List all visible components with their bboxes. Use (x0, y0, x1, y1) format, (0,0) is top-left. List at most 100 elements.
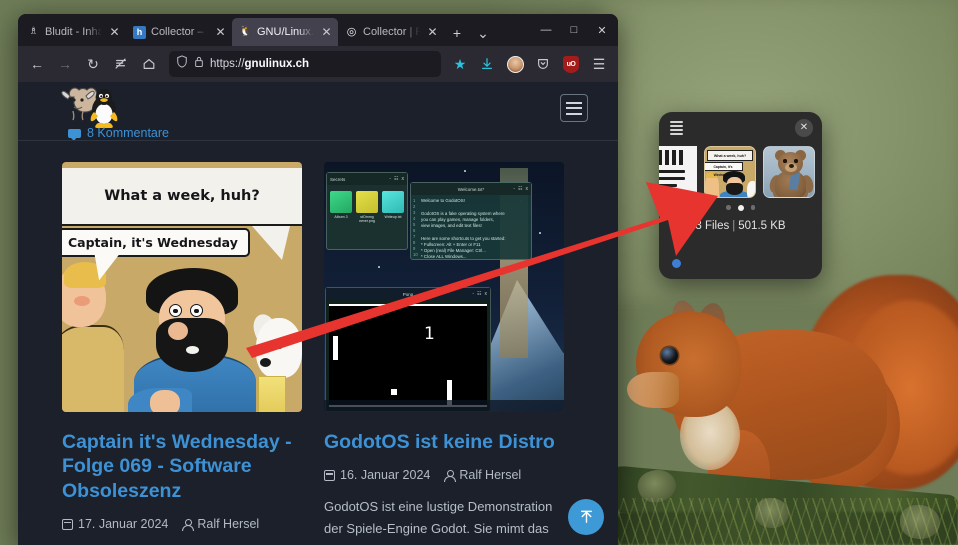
godot-close-icon: x (401, 176, 405, 182)
site-hamburger-menu[interactable] (560, 94, 588, 122)
url-text[interactable]: https://gnulinux.ch (210, 58, 434, 70)
godot-window-title: Secrets (330, 176, 346, 182)
lock-icon[interactable] (194, 55, 204, 73)
collector-status-indicator (672, 259, 681, 268)
pong-score: 1 (424, 324, 435, 344)
list-all-tabs-icon[interactable]: ⌄ (470, 20, 496, 46)
article-author-label: Ralf Hersel (459, 468, 522, 483)
tab-gnulinux[interactable]: 🐧 GNU/Linux.c ✕ (232, 18, 338, 46)
godot-file-label: Album 3 (334, 215, 348, 219)
minimize-button[interactable]: — (532, 17, 560, 43)
pong-paddle-left (333, 336, 338, 360)
reader-mode-icon[interactable] (108, 51, 134, 77)
pager-dot[interactable] (750, 205, 755, 210)
godot-window-title: Welcome.txt* (457, 186, 485, 192)
article-meta: 17. Januar 2024 Ralf Hersel (62, 517, 302, 531)
collector-hamburger-menu-icon[interactable] (670, 121, 683, 135)
godot-window-titlebar: Pong - ☷ x (326, 288, 490, 300)
tab-collector-notes[interactable]: h Collector – N ✕ (126, 18, 232, 46)
reload-icon[interactable]: ↻ (80, 51, 106, 77)
article-title[interactable]: Captain it's Wednesday - Folge 069 - Sof… (62, 430, 302, 503)
comments-link[interactable]: 8 Kommentare (68, 126, 169, 141)
godot-grid-icon: ☷ (394, 176, 399, 182)
godot-close-icon: x (525, 186, 529, 192)
maximize-button[interactable]: □ (560, 17, 588, 43)
scroll-to-top-button[interactable] (568, 499, 604, 535)
tab-title: Bludit - Inha (45, 26, 102, 38)
tab-close-icon[interactable]: ✕ (213, 25, 228, 40)
teddy-bear-thumbnail[interactable] (763, 146, 815, 198)
bubble-top-text: What a week, huh? (104, 188, 260, 204)
godot-file-item: Album 3 (330, 191, 352, 224)
bear-nose (789, 164, 794, 168)
godot-folder-window: Secrets - ☷ x Album 3 stOmmg never.png W… (326, 172, 408, 250)
url-bar[interactable]: https://gnulinux.ch (169, 51, 441, 77)
total-size-label: 501.5 KB (738, 220, 786, 232)
godot-file-item: Writeup.txt (382, 191, 404, 224)
godot-window-controls: - ☷ x (389, 176, 404, 182)
close-window-button[interactable]: ✕ (588, 17, 616, 43)
pager-dot[interactable] (726, 205, 731, 210)
article-card[interactable]: Secrets - ☷ x Album 3 stOmmg never.png W… (324, 162, 564, 545)
godot-pong-window: Pong - ☷ x 1 (325, 287, 491, 412)
speech-bubble-bottom: Captain, it's Wednesday (62, 228, 250, 257)
collector-close-icon[interactable]: ✕ (795, 119, 813, 137)
haddock-mouth (186, 346, 199, 354)
gnulinux-icon: 🐧 (239, 26, 252, 37)
collector-popup-window[interactable]: ✕ What a week, huh? Captain, it's Wednes… (659, 112, 822, 279)
tab-close-icon[interactable]: ✕ (107, 25, 122, 40)
account-avatar[interactable] (502, 51, 528, 77)
downloads-icon[interactable] (474, 51, 500, 77)
godot-text-editor: 12 34 56 78 9 10 Welcome to GodotOS! Godo… (411, 195, 531, 261)
window-controls: — □ ✕ (532, 16, 616, 44)
godot-window-controls: - ☷ x (472, 291, 487, 297)
pager-dot-active[interactable] (737, 205, 744, 211)
collector-status-text: 3 Files | 501.5 KB (659, 220, 822, 232)
tab-collector-flathub[interactable]: ◎ Collector | F ✕ (338, 18, 444, 46)
snowy-eye (276, 342, 283, 349)
godot-file-label: Writeup.txt (384, 215, 402, 219)
tab-bludit[interactable]: ♗ Bludit - Inha ✕ (20, 18, 126, 46)
back-icon[interactable]: ← (24, 51, 50, 77)
new-tab-button[interactable]: + (444, 20, 470, 46)
collector-pager-dots[interactable] (659, 205, 822, 211)
bookmark-star-icon[interactable]: ★ (448, 52, 472, 76)
url-domain: gnulinux.ch (244, 58, 310, 70)
calendar-icon (324, 469, 335, 481)
pine-needles (600, 498, 958, 545)
article-card[interactable]: What a week, huh? Captain, it's Wednesda… (62, 162, 302, 545)
article-title[interactable]: GodotOS ist keine Distro (324, 430, 564, 454)
article-author: Ralf Hersel (182, 517, 259, 531)
article-thumbnail-comic[interactable]: What a week, huh? Captain, it's Wednesda… (62, 162, 302, 412)
article-author-label: Ralf Hersel (197, 517, 260, 532)
ublock-origin-icon[interactable]: uO (558, 51, 584, 77)
article-thumbnail-godotos[interactable]: Secrets - ☷ x Album 3 stOmmg never.png W… (324, 162, 564, 412)
content-divider (18, 140, 618, 141)
godot-window-controls: - ☷ x (513, 186, 528, 192)
document-thumbnail[interactable] (659, 146, 697, 198)
pong-play-area: 1 (329, 304, 487, 407)
godot-text-line: * Close ALL Windows... (421, 254, 467, 260)
tintin-cheek (74, 296, 90, 306)
godot-text-window: Welcome.txt* - ☷ x 12 34 56 78 9 10 Welc… (410, 182, 532, 260)
godot-close-icon: x (484, 291, 488, 297)
tab-title: GNU/Linux.c (257, 26, 314, 38)
gnu-tux-logo[interactable] (60, 85, 124, 131)
pocket-icon[interactable] (530, 51, 556, 77)
app-menu-icon[interactable]: ☰ (586, 51, 612, 77)
home-icon[interactable] (136, 51, 162, 77)
collector-thumbnail-strip[interactable]: What a week, huh? Captain, it's Wednesda… (659, 138, 822, 198)
godot-file-list: Album 3 stOmmg never.png Writeup.txt (327, 185, 407, 224)
tintin-body (62, 325, 124, 412)
tab-close-icon[interactable]: ✕ (319, 25, 334, 40)
article-date: 16. Januar 2024 (324, 468, 430, 482)
comic-thumbnail[interactable]: What a week, huh? Captain, it's Wednesda… (704, 146, 756, 198)
godot-file-item: stOmmg never.png (356, 191, 378, 224)
collector-header: ✕ (659, 112, 822, 138)
forward-icon[interactable]: → (52, 51, 78, 77)
bear-eye-left (783, 159, 787, 163)
squirrel-snout (627, 372, 679, 408)
shield-icon[interactable] (176, 55, 188, 73)
tab-close-icon[interactable]: ✕ (425, 25, 440, 40)
comment-bubble-icon (68, 128, 81, 141)
